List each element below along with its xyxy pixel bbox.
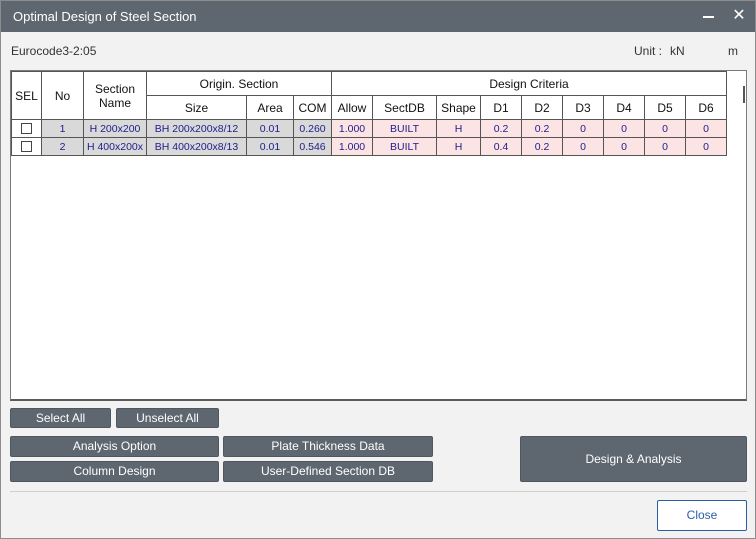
shape-cell[interactable]: H	[436, 137, 481, 156]
sel-cell[interactable]	[11, 137, 42, 156]
d5-cell[interactable]: 0	[644, 119, 686, 138]
optimal-design-dialog: Optimal Design of Steel Section ✕ Euroco…	[0, 0, 756, 539]
plate-thickness-button[interactable]: Plate Thickness Data	[223, 436, 433, 457]
header-sectdb[interactable]: SectDB	[372, 95, 437, 120]
design-analysis-button[interactable]: Design & Analysis	[520, 436, 747, 482]
allow-cell[interactable]: 1.000	[331, 119, 373, 138]
com-cell: 0.260	[293, 119, 332, 138]
header-d5[interactable]: D5	[644, 95, 686, 120]
header-sel[interactable]: SEL	[11, 71, 42, 120]
unselect-all-button[interactable]: Unselect All	[116, 408, 219, 428]
vertical-scrollbar[interactable]	[740, 71, 746, 399]
d4-cell[interactable]: 0	[603, 119, 645, 138]
d6-cell[interactable]: 0	[685, 119, 727, 138]
column-design-button[interactable]: Column Design	[10, 461, 219, 482]
header-d4[interactable]: D4	[603, 95, 645, 120]
header-section-name[interactable]: Section Name	[83, 71, 147, 120]
d1-cell[interactable]: 0.4	[480, 137, 522, 156]
design-code-label: Eurocode3-2:05	[11, 44, 97, 58]
force-unit: kN	[670, 44, 685, 58]
d6-cell[interactable]: 0	[685, 137, 727, 156]
minimize-button[interactable]	[697, 5, 721, 27]
title-bar: Optimal Design of Steel Section ✕	[1, 1, 755, 32]
header-design-criteria: Design Criteria	[331, 71, 727, 96]
d2-cell[interactable]: 0.2	[521, 119, 563, 138]
row-checkbox[interactable]	[21, 123, 32, 135]
header-d1[interactable]: D1	[480, 95, 522, 120]
unit-label: Unit :	[634, 44, 663, 58]
table-row[interactable]: 1 H 200x200 BH 200x200x8/12 0.01 0.260 1…	[11, 119, 727, 138]
no-cell: 2	[41, 137, 84, 156]
header-area[interactable]: Area	[246, 95, 294, 120]
area-cell: 0.01	[246, 119, 294, 138]
size-cell: BH 400x200x8/13	[146, 137, 247, 156]
user-defined-section-db-button[interactable]: User-Defined Section DB	[223, 461, 433, 482]
shape-cell[interactable]: H	[436, 119, 481, 138]
close-button[interactable]: Close	[657, 500, 747, 531]
d3-cell[interactable]: 0	[562, 137, 604, 156]
close-window-button[interactable]: ✕	[727, 5, 751, 27]
scrollbar-thumb[interactable]	[743, 86, 745, 103]
d1-cell[interactable]: 0.2	[480, 119, 522, 138]
header-d3[interactable]: D3	[562, 95, 604, 120]
d5-cell[interactable]: 0	[644, 137, 686, 156]
section-name-cell: H 400x200x	[83, 137, 147, 156]
sel-cell[interactable]	[11, 119, 42, 138]
section-name-cell: H 200x200	[83, 119, 147, 138]
table-row[interactable]: 2 H 400x200x BH 400x200x8/13 0.01 0.546 …	[11, 137, 727, 156]
row-checkbox[interactable]	[21, 141, 32, 153]
section-grid: SEL No Section Name Origin. Section Desi…	[10, 70, 747, 401]
header-size[interactable]: Size	[146, 95, 247, 120]
d2-cell[interactable]: 0.2	[521, 137, 563, 156]
header-shape[interactable]: Shape	[436, 95, 481, 120]
section-table: SEL No Section Name Origin. Section Desi…	[11, 71, 727, 156]
header-origin-section: Origin. Section	[146, 71, 332, 96]
header-com[interactable]: COM	[293, 95, 332, 120]
d3-cell[interactable]: 0	[562, 119, 604, 138]
window-title: Optimal Design of Steel Section	[13, 9, 197, 24]
com-cell: 0.546	[293, 137, 332, 156]
analysis-option-button[interactable]: Analysis Option	[10, 436, 219, 457]
header-section-name-label: Section Name	[94, 81, 136, 110]
sectdb-cell[interactable]: BUILT	[372, 137, 437, 156]
d4-cell[interactable]: 0	[603, 137, 645, 156]
allow-cell[interactable]: 1.000	[331, 137, 373, 156]
header-allow[interactable]: Allow	[331, 95, 373, 120]
header-d6[interactable]: D6	[685, 95, 727, 120]
select-all-button[interactable]: Select All	[10, 408, 111, 428]
header-no[interactable]: No	[41, 71, 84, 120]
size-cell: BH 200x200x8/12	[146, 119, 247, 138]
sectdb-cell[interactable]: BUILT	[372, 119, 437, 138]
footer-divider	[10, 491, 747, 492]
length-unit: m	[728, 44, 738, 58]
header-d2[interactable]: D2	[521, 95, 563, 120]
no-cell: 1	[41, 119, 84, 138]
area-cell: 0.01	[246, 137, 294, 156]
